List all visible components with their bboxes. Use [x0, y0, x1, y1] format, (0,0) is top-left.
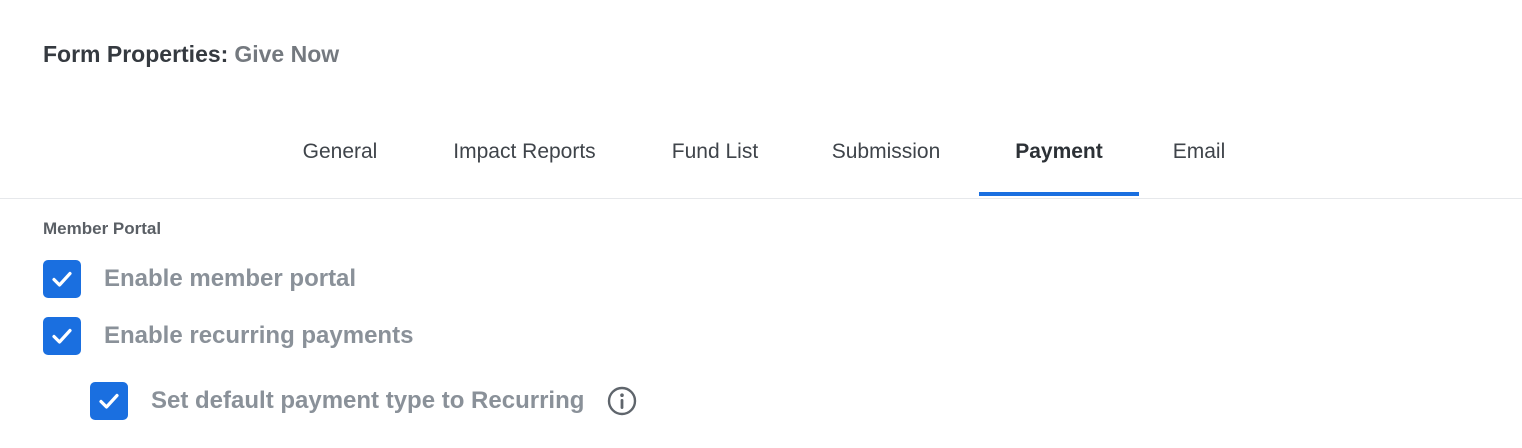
page-title: Form Properties: Give Now: [43, 38, 339, 70]
page-title-prefix: Form Properties:: [43, 41, 229, 67]
enable-member-portal-label: Enable member portal: [104, 265, 357, 292]
default-recurring-label: Set default payment type to Recurring: [151, 387, 585, 414]
tab-fund-list[interactable]: Fund List: [660, 120, 770, 195]
default-recurring-checkbox[interactable]: [90, 382, 128, 420]
tab-general[interactable]: General: [290, 120, 390, 195]
enable-recurring-payments-option[interactable]: Enable recurring payments: [43, 317, 413, 355]
form-name: Give Now: [234, 41, 340, 67]
checkmark-icon: [52, 271, 72, 287]
tab-impact-reports[interactable]: Impact Reports: [437, 120, 612, 195]
info-circle-icon[interactable]: [606, 385, 638, 417]
tab-email[interactable]: Email: [1163, 120, 1235, 195]
enable-recurring-payments-checkbox[interactable]: [43, 317, 81, 355]
tab-payment[interactable]: Payment: [979, 120, 1139, 196]
enable-member-portal-option[interactable]: Enable member portal: [43, 260, 356, 298]
checkmark-icon: [99, 393, 119, 409]
section-label-member-portal: Member Portal: [43, 219, 162, 238]
tab-submission[interactable]: Submission: [818, 120, 954, 195]
checkmark-icon: [52, 328, 72, 344]
tab-bar: General Impact Reports Fund List Submiss…: [0, 120, 1522, 199]
enable-member-portal-checkbox[interactable]: [43, 260, 81, 298]
enable-recurring-payments-label: Enable recurring payments: [104, 322, 414, 349]
default-recurring-option[interactable]: Set default payment type to Recurring: [90, 382, 638, 420]
